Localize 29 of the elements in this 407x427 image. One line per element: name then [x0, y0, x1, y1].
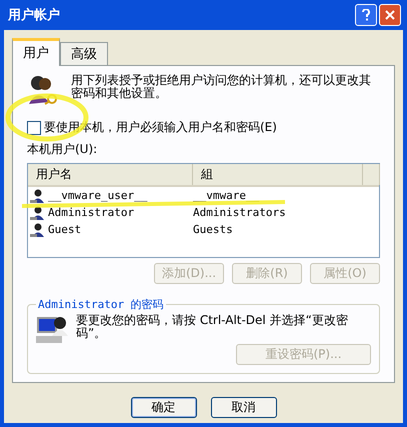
- checkbox[interactable]: [27, 120, 41, 134]
- user-icon: [30, 222, 46, 236]
- help-icon: [361, 9, 371, 21]
- column-header[interactable]: 組: [193, 164, 363, 185]
- intro-text: 用下列表授予或拒绝用户访问您的计算机，还可以更改其密码和其他设置。: [71, 74, 372, 100]
- group-title: Administrator 的密码: [37, 297, 165, 312]
- table-cell: Administrator: [48, 206, 134, 219]
- dialog-button[interactable]: 取消: [210, 397, 276, 418]
- table-cell: __vmware_user__: [48, 189, 148, 202]
- users-label: 本机用户(U):: [27, 141, 98, 158]
- tab[interactable]: 高级: [60, 42, 108, 66]
- computer-user-icon: [36, 314, 68, 344]
- password-text: 要更改您的密码，请按 Ctrl-Alt-Del 并选择“更改密码”。: [76, 314, 349, 340]
- user-row[interactable]: __vmware_user__ __vmware__: [28, 187, 379, 204]
- close-icon: [385, 10, 395, 20]
- user-icon: [30, 206, 46, 220]
- table-cell: Guests: [193, 223, 233, 236]
- table-cell: __vmware__: [193, 189, 260, 202]
- table-cell: Guest: [48, 223, 82, 236]
- tab[interactable]: 用户: [12, 38, 60, 66]
- user-row[interactable]: Administrator Administrators: [28, 204, 379, 221]
- user-row[interactable]: Guest Guests: [28, 221, 379, 238]
- help-button[interactable]: [355, 4, 377, 26]
- dialog-button[interactable]: 确定: [130, 397, 196, 418]
- table-cell: Administrators: [193, 206, 286, 219]
- close-button[interactable]: [379, 4, 401, 26]
- user-icon: [30, 188, 46, 202]
- window-title: 用户帐户: [8, 6, 60, 24]
- column-header[interactable]: 用户名: [28, 164, 193, 185]
